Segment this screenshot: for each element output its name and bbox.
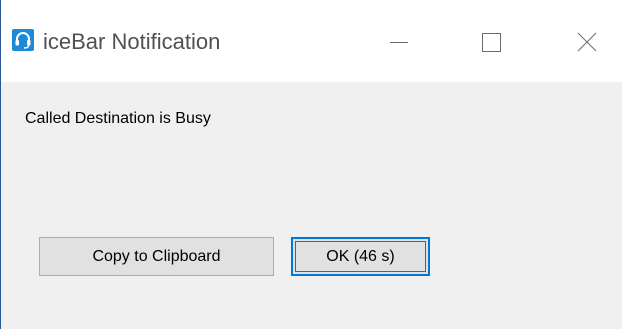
- close-icon: [577, 32, 597, 52]
- maximize-icon: [482, 33, 501, 52]
- ok-button[interactable]: OK (46 s): [291, 237, 430, 276]
- close-button[interactable]: [564, 22, 610, 62]
- title-bar[interactable]: iceBar Notification: [1, 0, 622, 82]
- focus-ring: [295, 241, 426, 272]
- notification-window: iceBar Notification Called Destination i…: [0, 0, 622, 329]
- maximize-button[interactable]: [468, 22, 514, 62]
- dialog-body: Called Destination is Busy Copy to Clipb…: [1, 82, 622, 329]
- headset-icon: [12, 29, 34, 51]
- window-title: iceBar Notification: [43, 29, 221, 54]
- minimize-button[interactable]: [376, 22, 422, 62]
- notification-message: Called Destination is Busy: [25, 110, 211, 127]
- copy-to-clipboard-button[interactable]: Copy to Clipboard: [39, 237, 274, 276]
- minimize-icon: [390, 42, 408, 43]
